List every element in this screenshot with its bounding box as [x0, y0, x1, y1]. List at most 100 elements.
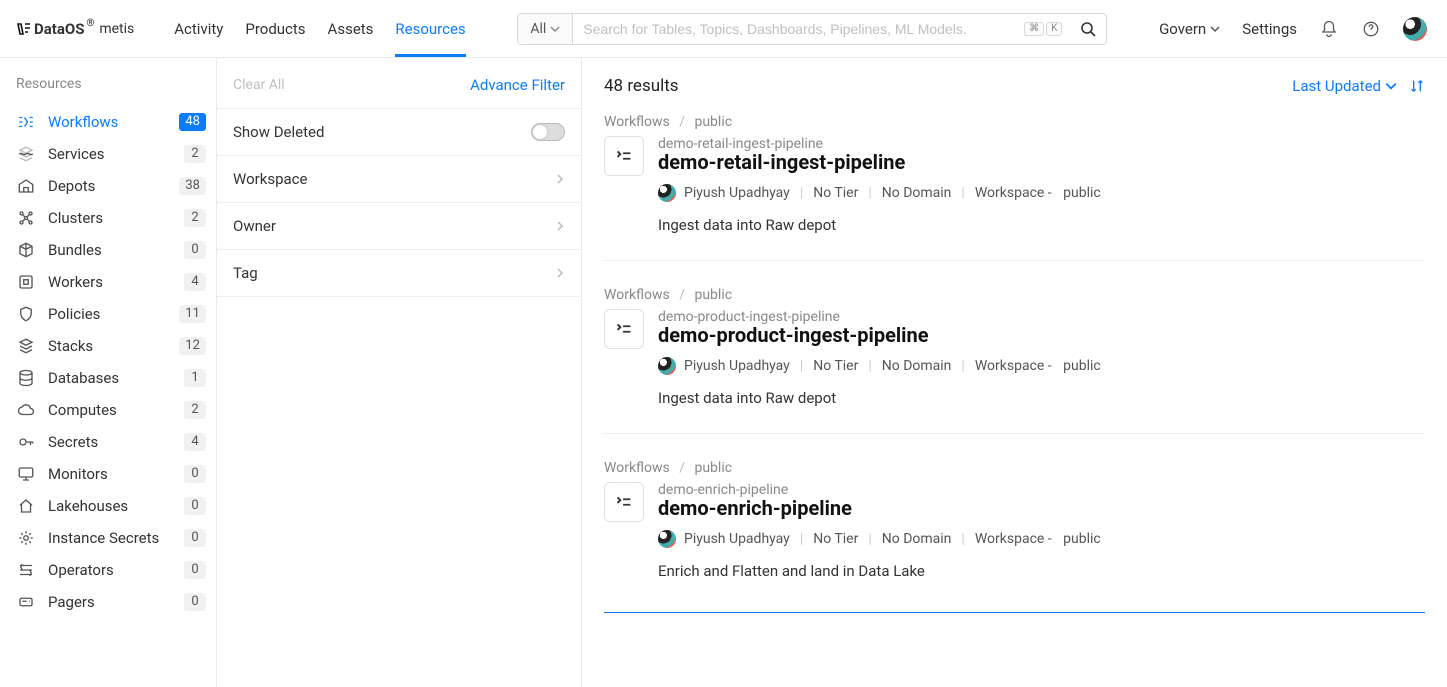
stack-icon [16, 337, 36, 355]
card-workspace-label: Workspace - [975, 531, 1052, 547]
sidebar-item-label: Bundles [48, 241, 102, 259]
sidebar-item-count: 0 [184, 497, 206, 515]
card-workspace-label: Workspace - [975, 185, 1052, 201]
card-tier: No Tier [813, 531, 858, 547]
sidebar-item-label: Pagers [48, 593, 95, 611]
sidebar-item-instance-secrets[interactable]: Instance Secrets 0 [16, 522, 206, 554]
card-title[interactable]: demo-retail-ingest-pipeline [658, 150, 1425, 174]
filter-panel: Clear All Advance Filter Show Deleted Wo… [217, 58, 582, 687]
workflow-icon [16, 113, 36, 131]
cluster-icon [16, 209, 36, 227]
results-count: 48 results [604, 76, 679, 96]
sidebar-item-depots[interactable]: Depots 38 [16, 170, 206, 202]
card-workspace-label: Workspace - [975, 358, 1052, 374]
card-meta: Piyush Upadhyay | No Tier | No Domain | … [658, 184, 1425, 202]
chevron-right-icon [555, 221, 565, 231]
crumb-scope[interactable]: public [694, 287, 732, 303]
sort-dropdown[interactable]: Last Updated [1292, 77, 1397, 95]
sidebar-item-operators[interactable]: Operators 0 [16, 554, 206, 586]
secret-icon [16, 433, 36, 451]
user-avatar[interactable] [1403, 17, 1427, 41]
crumb-scope[interactable]: public [694, 114, 732, 130]
crumb-scope[interactable]: public [694, 460, 732, 476]
show-deleted-label: Show Deleted [233, 123, 324, 141]
search-shortcut: ⌘ K [1024, 22, 1062, 36]
card-owner[interactable]: Piyush Upadhyay [658, 530, 790, 548]
bell-icon[interactable] [1319, 19, 1339, 39]
sidebar-item-workflows[interactable]: Workflows 48 [16, 106, 206, 138]
logo-brand: DataOS [34, 20, 84, 38]
sidebar-item-pagers[interactable]: Pagers 0 [16, 586, 206, 618]
kbd-cmd: ⌘ [1024, 22, 1044, 36]
search-scope-label: All [530, 21, 546, 37]
sidebar-item-lakehouses[interactable]: Lakehouses 0 [16, 490, 206, 522]
sidebar-item-count: 0 [184, 593, 206, 611]
sidebar-item-label: Workers [48, 273, 103, 291]
help-icon[interactable] [1361, 19, 1381, 39]
sidebar-item-label: Monitors [48, 465, 108, 483]
filter-group-workspace[interactable]: Workspace [217, 155, 581, 202]
card-workspace-value: public [1063, 358, 1101, 374]
filter-group-owner[interactable]: Owner [217, 202, 581, 249]
sort-direction-icon[interactable] [1409, 78, 1425, 94]
sidebar-item-monitors[interactable]: Monitors 0 [16, 458, 206, 490]
show-deleted-toggle[interactable] [531, 123, 565, 141]
card-domain: No Domain [882, 358, 952, 374]
sidebar-item-label: Instance Secrets [48, 529, 159, 547]
card-title[interactable]: demo-enrich-pipeline [658, 496, 1425, 520]
card-domain: No Domain [882, 185, 952, 201]
sidebar-item-bundles[interactable]: Bundles 0 [16, 234, 206, 266]
nav-products[interactable]: Products [245, 2, 305, 56]
sidebar-item-services[interactable]: Services 2 [16, 138, 206, 170]
sidebar-item-count: 2 [184, 145, 206, 163]
chevron-right-icon [555, 268, 565, 278]
sidebar-item-count: 4 [184, 433, 206, 451]
sidebar-item-stacks[interactable]: Stacks 12 [16, 330, 206, 362]
results-panel: 48 results Last Updated Workflows / publ… [582, 58, 1447, 687]
owner-avatar-icon [658, 184, 676, 202]
sidebar-item-label: Policies [48, 305, 100, 323]
kbd-k: K [1046, 22, 1062, 36]
sidebar-item-label: Operators [48, 561, 114, 579]
govern-menu[interactable]: Govern [1159, 20, 1220, 38]
search-icon[interactable] [1070, 14, 1106, 44]
depot-icon [16, 177, 36, 195]
advance-filter-link[interactable]: Advance Filter [470, 76, 565, 94]
sidebar-item-secrets[interactable]: Secrets 4 [16, 426, 206, 458]
crumb-type[interactable]: Workflows [604, 460, 670, 476]
owner-name: Piyush Upadhyay [684, 358, 790, 374]
owner-avatar-icon [658, 357, 676, 375]
search-input[interactable] [573, 21, 1024, 37]
sidebar-item-computes[interactable]: Computes 2 [16, 394, 206, 426]
crumb-type[interactable]: Workflows [604, 114, 670, 130]
card-tier: No Tier [813, 185, 858, 201]
card-owner[interactable]: Piyush Upadhyay [658, 184, 790, 202]
sidebar-item-label: Depots [48, 177, 95, 195]
sidebar-item-count: 0 [184, 561, 206, 579]
card-title[interactable]: demo-product-ingest-pipeline [658, 323, 1425, 347]
chevron-down-icon [550, 24, 560, 34]
policy-icon [16, 305, 36, 323]
sidebar-item-policies[interactable]: Policies 11 [16, 298, 206, 330]
card-owner[interactable]: Piyush Upadhyay [658, 357, 790, 375]
card-meta: Piyush Upadhyay | No Tier | No Domain | … [658, 530, 1425, 548]
clear-all-button[interactable]: Clear All [233, 77, 285, 93]
breadcrumb: Workflows / public [604, 114, 1425, 130]
sidebar-item-label: Clusters [48, 209, 103, 227]
settings-link[interactable]: Settings [1242, 20, 1297, 38]
sidebar-item-databases[interactable]: Databases 1 [16, 362, 206, 394]
sidebar-item-count: 0 [184, 241, 206, 259]
sidebar-item-clusters[interactable]: Clusters 2 [16, 202, 206, 234]
sidebar-item-count: 0 [184, 529, 206, 547]
sidebar-item-workers[interactable]: Workers 4 [16, 266, 206, 298]
filter-group-label: Workspace [233, 170, 307, 188]
nav-activity[interactable]: Activity [174, 2, 223, 56]
nav-assets[interactable]: Assets [328, 2, 374, 56]
logo[interactable]: DataOS ® metis [16, 20, 134, 38]
filter-group-tag[interactable]: Tag [217, 249, 581, 297]
compute-icon [16, 401, 36, 419]
search-scope-selector[interactable]: All [518, 14, 573, 44]
crumb-type[interactable]: Workflows [604, 287, 670, 303]
breadcrumb: Workflows / public [604, 287, 1425, 303]
nav-resources[interactable]: Resources [395, 2, 465, 56]
